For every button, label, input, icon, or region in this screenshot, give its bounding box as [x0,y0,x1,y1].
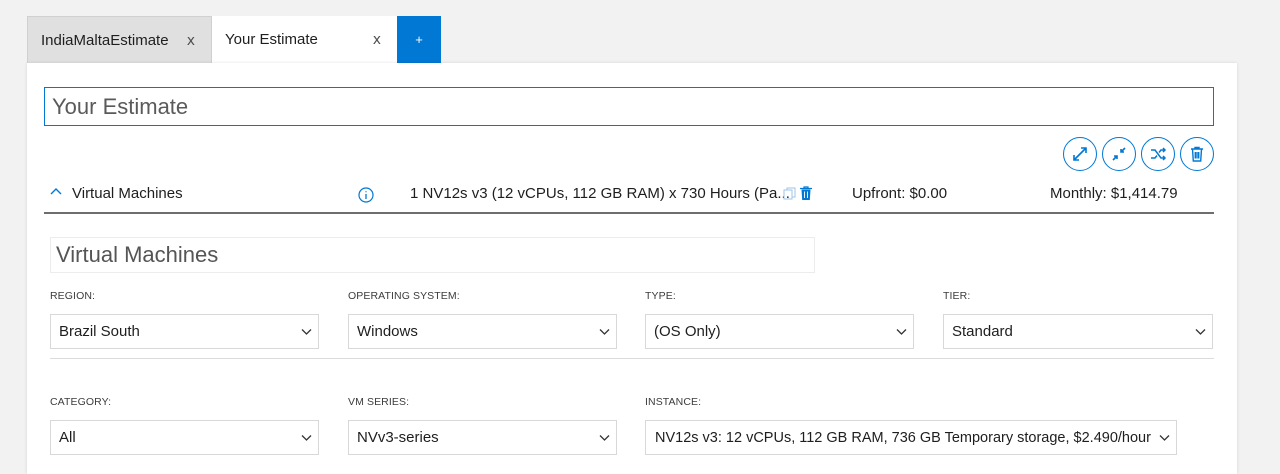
region-select[interactable]: Brazil South [50,314,319,349]
chevron-down-icon [599,329,610,335]
tab-close-icon[interactable]: x [187,33,195,49]
type-label: TYPE: [645,290,676,302]
delete-all-button[interactable] [1180,137,1214,171]
upfront-cost: Upfront: $0.00 [852,185,948,202]
section-actions [1063,137,1214,171]
instance-field: INSTANCE: NV12s v3: 12 vCPUs, 112 GB RAM… [645,396,1177,455]
estimate-tabs: IndiaMaltaEstimate x Your Estimate x + [27,16,441,63]
vm-section-title-input[interactable]: Virtual Machines [50,237,815,273]
collapse-icon [1112,147,1126,161]
category-label: CATEGORY: [50,396,112,408]
add-tab-button[interactable]: + [397,16,441,63]
tab-label: IndiaMaltaEstimate [41,31,169,49]
expand-icon [1073,147,1087,161]
trash-icon [1191,146,1203,162]
vm-series-select[interactable]: NVv3-series [348,420,617,455]
tab-indiamaltaestimate[interactable]: IndiaMaltaEstimate x [27,16,212,63]
tab-close-icon[interactable]: x [373,32,381,48]
shuffle-button[interactable] [1141,137,1175,171]
chevron-down-icon [599,435,610,441]
operating-system-field: OPERATING SYSTEM: Windows [348,290,617,349]
category-value: All [59,429,76,446]
category-select[interactable]: All [50,420,319,455]
chevron-down-icon [301,329,312,335]
tier-select[interactable]: Standard [943,314,1213,349]
delete-section-icon[interactable] [800,186,812,201]
region-value: Brazil South [59,323,140,340]
divider [50,358,1214,359]
type-value: (OS Only) [654,323,721,340]
copy-icon[interactable] [783,187,796,201]
chevron-down-icon [896,329,907,335]
vm-series-field: VM SERIES: NVv3-series [348,396,617,455]
vm-series-label: VM SERIES: [348,396,410,408]
tab-your-estimate[interactable]: Your Estimate x [212,16,397,63]
chevron-down-icon [1195,329,1206,335]
expand-all-button[interactable] [1063,137,1097,171]
chevron-down-icon [301,435,312,441]
estimate-name-input[interactable]: Your Estimate [44,87,1214,126]
operating-system-select[interactable]: Windows [348,314,617,349]
monthly-cost: Monthly: $1,414.79 [1050,185,1178,202]
region-field: REGION: Brazil South [50,290,319,349]
type-select[interactable]: (OS Only) [645,314,914,349]
collapse-all-button[interactable] [1102,137,1136,171]
tier-field: TIER: Standard [943,290,1213,349]
chevron-up-icon[interactable] [50,186,62,198]
tier-value: Standard [952,323,1013,340]
vm-series-value: NVv3-series [357,429,439,446]
operating-system-label: OPERATING SYSTEM: [348,290,460,302]
info-icon[interactable] [358,187,374,203]
instance-select[interactable]: NV12s v3: 12 vCPUs, 112 GB RAM, 736 GB T… [645,420,1177,455]
tier-label: TIER: [943,290,971,302]
region-label: REGION: [50,290,96,302]
shuffle-icon [1151,147,1167,161]
section-name: Virtual Machines [72,185,183,202]
chevron-down-icon [1159,435,1170,441]
section-header-virtual-machines[interactable]: Virtual Machines 1 NV12s v3 (12 vCPUs, 1… [44,175,1214,214]
estimate-panel: Your Estimate Virtual Machines 1 NV12s v… [27,63,1237,474]
instance-label: INSTANCE: [645,396,702,408]
operating-system-value: Windows [357,323,418,340]
instance-value: NV12s v3: 12 vCPUs, 112 GB RAM, 736 GB T… [655,429,1151,446]
section-summary: 1 NV12s v3 (12 vCPUs, 112 GB RAM) x 730 … [410,185,790,202]
category-field: CATEGORY: All [50,396,319,455]
type-field: TYPE: (OS Only) [645,290,914,349]
tab-label: Your Estimate [225,31,318,48]
